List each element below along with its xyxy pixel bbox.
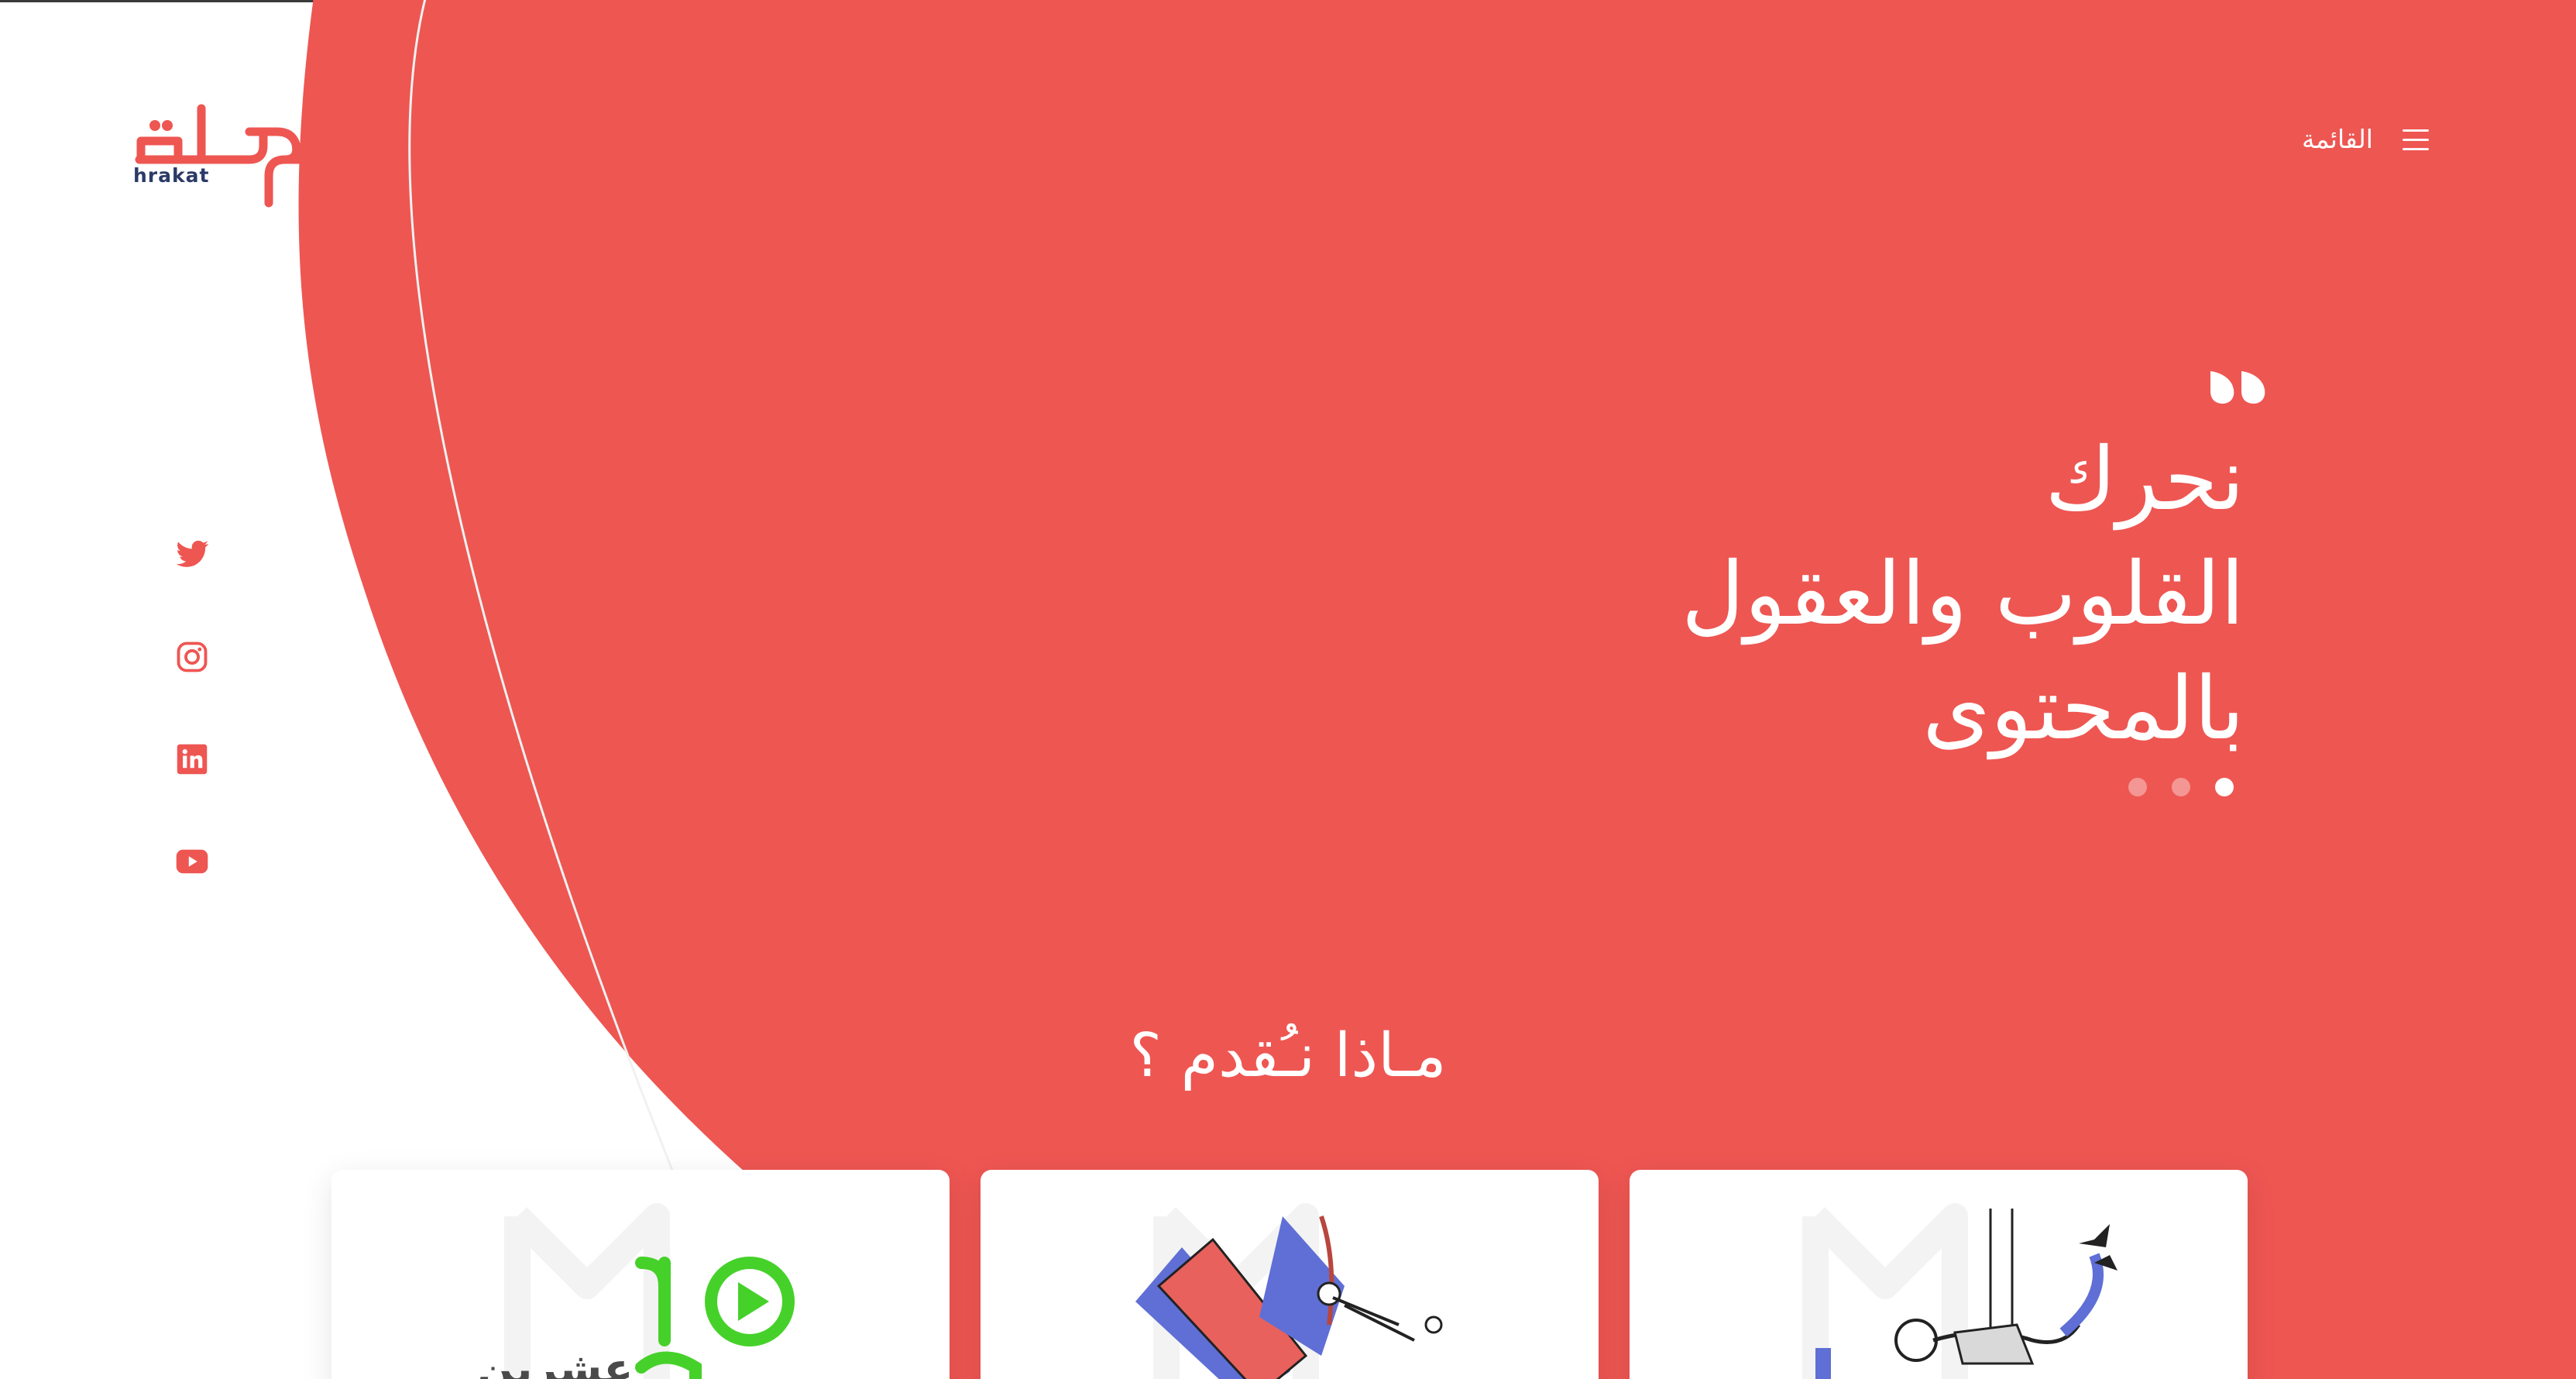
hero-line-1: نحرك xyxy=(2045,429,2245,530)
service-card-1[interactable]: عشرين xyxy=(331,1170,950,1379)
logo-mark xyxy=(135,104,333,208)
hamburger-icon xyxy=(2402,126,2429,153)
instagram-link[interactable] xyxy=(172,637,212,677)
hero-line-2: القلوب والعقول xyxy=(1681,544,2245,645)
services-title: مـاذا نـُقدم ؟ xyxy=(1129,1021,1447,1091)
slider-dot-2[interactable] xyxy=(2172,778,2190,796)
twitter-link[interactable] xyxy=(172,535,212,575)
twitter-icon xyxy=(176,540,209,567)
linkedin-link[interactable] xyxy=(172,739,212,779)
menu-label: القائمة xyxy=(2302,124,2373,154)
page: hrakat القائمة نحرك القلوب والعقول بالمح… xyxy=(0,0,2576,1379)
slider-dot-1[interactable] xyxy=(2128,778,2147,796)
youtube-icon xyxy=(176,849,208,874)
menu-toggle[interactable]: القائمة xyxy=(2302,124,2429,154)
hero-slider-dots xyxy=(2128,778,2234,796)
flying-book-illustration xyxy=(1135,1203,1443,1379)
linkedin-icon xyxy=(177,744,208,775)
quote-icon xyxy=(2206,368,2271,410)
slider-dot-3[interactable] xyxy=(2215,778,2234,796)
service-card-2[interactable] xyxy=(981,1170,1599,1379)
card-1-label: عشرين xyxy=(477,1344,634,1379)
brand-logo[interactable]: hrakat xyxy=(133,87,336,211)
youtube-link[interactable] xyxy=(172,841,212,882)
hero-headline: نحرك القلوب والعقول بالمحتوى xyxy=(1315,422,2245,766)
skydiver-illustration xyxy=(1802,1203,2117,1379)
logo-latin-text: hrakat xyxy=(133,164,210,187)
logo-2020-illustration xyxy=(504,1203,795,1379)
hero-line-3: بالمحتوى xyxy=(1922,659,2245,759)
service-card-3[interactable] xyxy=(1630,1170,2248,1379)
instagram-icon xyxy=(177,641,208,672)
